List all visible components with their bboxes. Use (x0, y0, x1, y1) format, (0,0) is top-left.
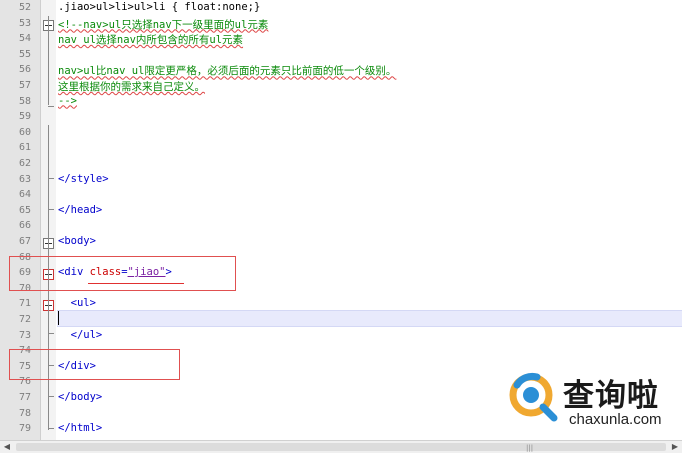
scrollbar-thumb[interactable]: ||| (16, 443, 666, 452)
fold-guide-line (48, 16, 49, 105)
code-line[interactable]: 这里根据你的需求来自己定义。 (58, 79, 205, 94)
line-number: 52 (18, 2, 31, 13)
current-line-highlight (57, 310, 682, 327)
code-line[interactable]: </ul> (58, 328, 103, 341)
line-number: 67 (18, 236, 31, 247)
line-number: 58 (18, 95, 31, 107)
scrollbar-grip: ||| (526, 444, 534, 452)
scroll-left-arrow-icon[interactable]: ◀ (0, 441, 14, 453)
line-number: 56 (18, 64, 31, 76)
code-text: <!--nav>ul只选择nav下一级里面的ul元素 (58, 18, 269, 31)
fold-end-tick (48, 428, 54, 429)
line-number: 78 (18, 407, 31, 419)
watermark-logo: 查询啦 chaxunla.com (505, 367, 680, 437)
code-text: .jiao>ul>li>ul>li { float:none;} (58, 1, 261, 13)
line-number: 65 (18, 204, 31, 216)
line-number: 72 (18, 314, 31, 325)
code-line[interactable]: nav>ul比nav ul限定更严格，必须后面的元素只比前面的低一个级别。 (58, 63, 396, 78)
line-number: 61 (18, 142, 31, 154)
code-text: <body> (58, 235, 96, 247)
line-number: 54 (18, 33, 31, 45)
text-caret (58, 311, 59, 325)
code-text: nav>ul比nav ul限定更严格，必须后面的元素只比前面的低一个级别。 (58, 65, 397, 78)
line-number: 57 (18, 80, 31, 91)
fold-end-tick (48, 178, 54, 179)
line-number: 79 (18, 423, 31, 435)
code-text: </style> (58, 172, 109, 185)
code-line[interactable]: </style> (58, 173, 109, 185)
code-text: </html> (58, 422, 103, 435)
line-number: 77 (18, 392, 31, 403)
line-number: 59 (18, 111, 31, 123)
horizontal-scrollbar[interactable]: ◀ ||| ▶ (0, 440, 682, 453)
code-text: --> (58, 94, 77, 107)
code-line[interactable]: --> (58, 95, 77, 107)
scroll-right-arrow-icon[interactable]: ▶ (668, 441, 682, 453)
line-number: 73 (18, 329, 31, 341)
code-text: nav ul选择nav内所包含的所有ul元素 (58, 34, 244, 47)
code-line[interactable]: nav ul选择nav内所包含的所有ul元素 (58, 32, 243, 47)
line-number: 66 (18, 220, 31, 232)
code-line[interactable]: </html> (58, 422, 102, 434)
fold-end-tick (48, 106, 54, 107)
code-text: </ul> (58, 328, 103, 341)
code-line[interactable]: <body> (58, 235, 96, 247)
fold-end-tick (48, 333, 54, 334)
code-line[interactable]: </head> (58, 204, 102, 216)
line-number: 64 (18, 189, 31, 201)
code-line[interactable]: <ul> (58, 297, 96, 309)
line-number: 63 (18, 173, 31, 185)
watermark-domain: chaxunla.com (569, 411, 662, 428)
line-number: 62 (18, 158, 31, 169)
highlight-box-div-close (9, 349, 180, 380)
line-number: 60 (18, 126, 31, 138)
fold-end-tick (48, 396, 54, 397)
code-text: <ul> (58, 297, 96, 310)
fold-end-tick (48, 209, 54, 210)
code-line[interactable]: </body> (58, 391, 102, 403)
line-number: 55 (18, 48, 31, 60)
code-line[interactable]: <!--nav>ul只选择nav下一级里面的ul元素 (58, 17, 268, 32)
line-number: 71 (18, 298, 31, 310)
code-text: </body> (58, 391, 103, 403)
chaxunla-logo-icon (509, 372, 558, 422)
watermark-brand-name: 查询啦 (563, 378, 659, 414)
line-number: 53 (18, 17, 31, 29)
code-line[interactable]: .jiao>ul>li>ul>li { float:none;} (58, 1, 260, 13)
code-text: 这里根据你的需求来自己定义。 (58, 81, 205, 93)
code-text: </head> (58, 203, 103, 216)
highlight-box-div-open (9, 256, 236, 291)
